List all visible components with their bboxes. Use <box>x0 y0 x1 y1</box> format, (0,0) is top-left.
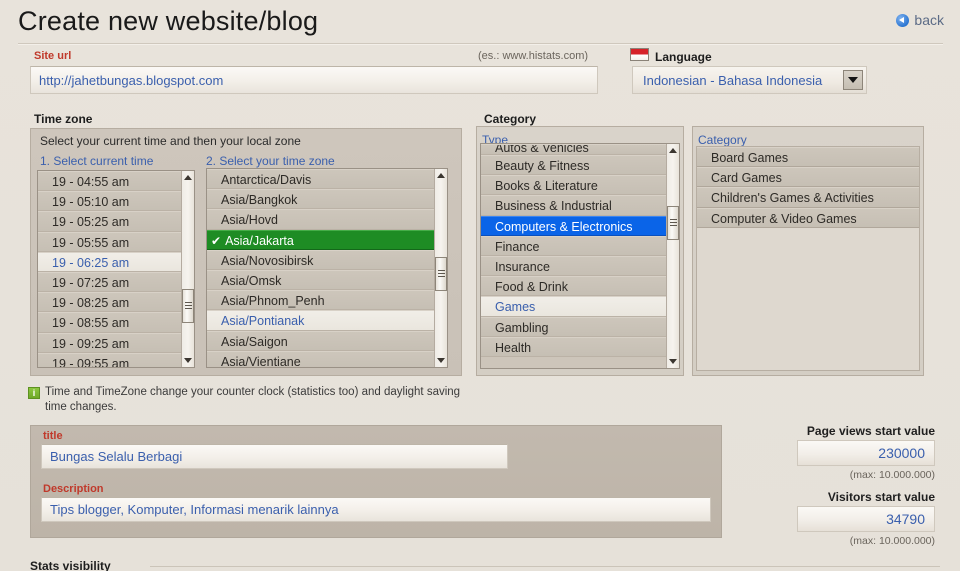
list-item[interactable]: 19 - 08:25 am <box>38 292 181 313</box>
list-item[interactable]: Card Games <box>697 167 919 188</box>
list-item[interactable]: Autos & Vehicles <box>481 144 666 155</box>
bottom-divider <box>150 566 940 567</box>
timezone-scrollbar[interactable] <box>434 169 447 367</box>
list-item[interactable]: 19 - 08:55 am <box>38 312 181 333</box>
list-item[interactable]: Gambling <box>481 316 666 337</box>
pageviews-label: Page views start value <box>806 424 935 438</box>
list-item[interactable]: Insurance <box>481 255 666 277</box>
list-item[interactable]: Asia/Hovd <box>207 209 434 230</box>
subcategory-heading: Category <box>698 133 747 147</box>
type-items: Autos & Vehicles Beauty & Fitness Books & … <box>481 144 666 368</box>
list-item[interactable]: Computers & Electronics <box>481 215 666 236</box>
create-website-page: Create new website/blog back Site url (e… <box>0 0 960 571</box>
scrollbar-thumb[interactable] <box>435 257 447 291</box>
back-arrow-icon <box>896 13 910 27</box>
timezone-heading: 2. Select your time zone <box>206 154 335 168</box>
scroll-up-arrow-icon[interactable] <box>182 171 194 184</box>
list-item[interactable]: Antarctica/Davis <box>207 169 434 190</box>
timezone-items: Antarctica/Davis Asia/Bangkok Asia/Hovd ✔ As… <box>207 169 434 367</box>
subcategory-items: Board Games Card Games Children's Games & … <box>697 147 919 370</box>
list-item[interactable]: Finance <box>481 235 666 256</box>
language-selected-value: Indonesian - Bahasa Indonesia <box>643 72 823 88</box>
list-item[interactable]: 19 - 09:25 am <box>38 332 181 353</box>
type-listbox[interactable]: Autos & Vehicles Beauty & Fitness Books & … <box>480 143 680 369</box>
list-item[interactable]: Asia/Novosibirsk <box>207 249 434 270</box>
category-section-title: Category <box>484 112 537 126</box>
list-item-label: Asia/Jakarta <box>225 233 294 248</box>
list-item[interactable]: Business & Industrial <box>481 195 666 216</box>
list-item[interactable]: 19 - 09:55 am <box>38 352 181 367</box>
timezone-section-title: Time zone <box>34 112 93 126</box>
list-item[interactable]: 19 - 04:55 am <box>38 171 181 192</box>
list-item[interactable]: Asia/Pontianak <box>207 310 434 331</box>
scroll-down-arrow-icon[interactable] <box>435 354 447 367</box>
visitors-input[interactable]: 34790 <box>797 506 935 532</box>
scroll-down-arrow-icon[interactable] <box>182 354 194 367</box>
scrollbar-thumb[interactable] <box>667 206 679 240</box>
scroll-up-arrow-icon[interactable] <box>435 169 447 182</box>
list-item[interactable]: Asia/Omsk <box>207 269 434 291</box>
list-item[interactable]: Health <box>481 336 666 357</box>
list-item[interactable]: ✔ Asia/Jakarta <box>207 229 434 250</box>
list-item[interactable]: 19 - 07:25 am <box>38 271 181 293</box>
title-label: title <box>43 430 63 442</box>
list-item[interactable]: 19 - 06:25 am <box>38 251 181 272</box>
language-label: Language <box>655 50 712 64</box>
visitors-max-hint: (max: 10.000.000) <box>849 535 935 547</box>
list-item[interactable]: Asia/Bangkok <box>207 189 434 210</box>
current-time-listbox[interactable]: 19 - 04:55 am 19 - 05:10 am 19 - 05:25 am 1… <box>37 170 195 368</box>
title-input[interactable]: Bungas Selalu Berbagi <box>41 444 508 469</box>
list-item[interactable]: Children's Games & Activities <box>697 187 919 208</box>
back-label: back <box>914 12 944 28</box>
header-divider-highlight <box>18 44 943 45</box>
description-label: Description <box>43 483 104 495</box>
list-item[interactable]: 19 - 05:25 am <box>38 211 181 232</box>
back-link[interactable]: back <box>896 12 944 28</box>
chevron-down-icon[interactable] <box>843 70 863 90</box>
list-item[interactable]: 19 - 05:10 am <box>38 191 181 212</box>
check-icon: ✔ <box>211 233 222 248</box>
list-item[interactable]: 19 - 05:55 am <box>38 231 181 252</box>
list-item[interactable]: Games <box>481 296 666 317</box>
timezone-listbox[interactable]: Antarctica/Davis Asia/Bangkok Asia/Hovd ✔ As… <box>206 168 448 368</box>
scroll-up-arrow-icon[interactable] <box>667 144 679 157</box>
list-item[interactable]: Asia/Saigon <box>207 330 434 351</box>
type-scrollbar[interactable] <box>666 144 679 368</box>
description-input[interactable]: Tips blogger, Komputer, Informasi menari… <box>41 497 711 522</box>
page-title: Create new website/blog <box>18 6 319 36</box>
pageviews-input[interactable]: 230000 <box>797 440 935 466</box>
pageviews-max-hint: (max: 10.000.000) <box>849 469 935 481</box>
list-item[interactable]: Beauty & Fitness <box>481 155 666 176</box>
current-time-items: 19 - 04:55 am 19 - 05:10 am 19 - 05:25 am 1… <box>38 171 181 367</box>
subcategory-listbox[interactable]: Board Games Card Games Children's Games & … <box>696 146 920 371</box>
scrollbar-thumb[interactable] <box>182 289 194 323</box>
site-url-label: Site url <box>34 50 72 62</box>
current-time-scrollbar[interactable] <box>181 171 194 367</box>
info-icon: i <box>28 387 40 399</box>
stats-visibility-label: Stats visibility <box>30 559 111 571</box>
site-url-hint: (es.: www.histats.com) <box>478 50 589 62</box>
list-item[interactable]: Asia/Vientiane <box>207 350 434 367</box>
site-url-input[interactable]: http://jahetbungas.blogspot.com <box>30 66 598 94</box>
language-select[interactable]: Indonesian - Bahasa Indonesia <box>632 66 867 94</box>
scroll-down-arrow-icon[interactable] <box>667 355 679 368</box>
list-item[interactable]: Computer & Video Games <box>697 207 919 228</box>
list-item[interactable]: Food & Drink <box>481 276 666 297</box>
visitors-label: Visitors start value <box>827 490 935 504</box>
timezone-instruction: Select your current time and then your l… <box>40 134 301 148</box>
list-item[interactable]: Board Games <box>697 147 919 168</box>
current-time-heading: 1. Select current time <box>40 154 154 168</box>
info-note-text: Time and TimeZone change your counter cl… <box>45 386 461 413</box>
indonesia-flag-icon <box>630 48 649 61</box>
list-item[interactable]: Books & Literature <box>481 175 666 196</box>
list-item[interactable]: Asia/Phnom_Penh <box>207 290 434 311</box>
